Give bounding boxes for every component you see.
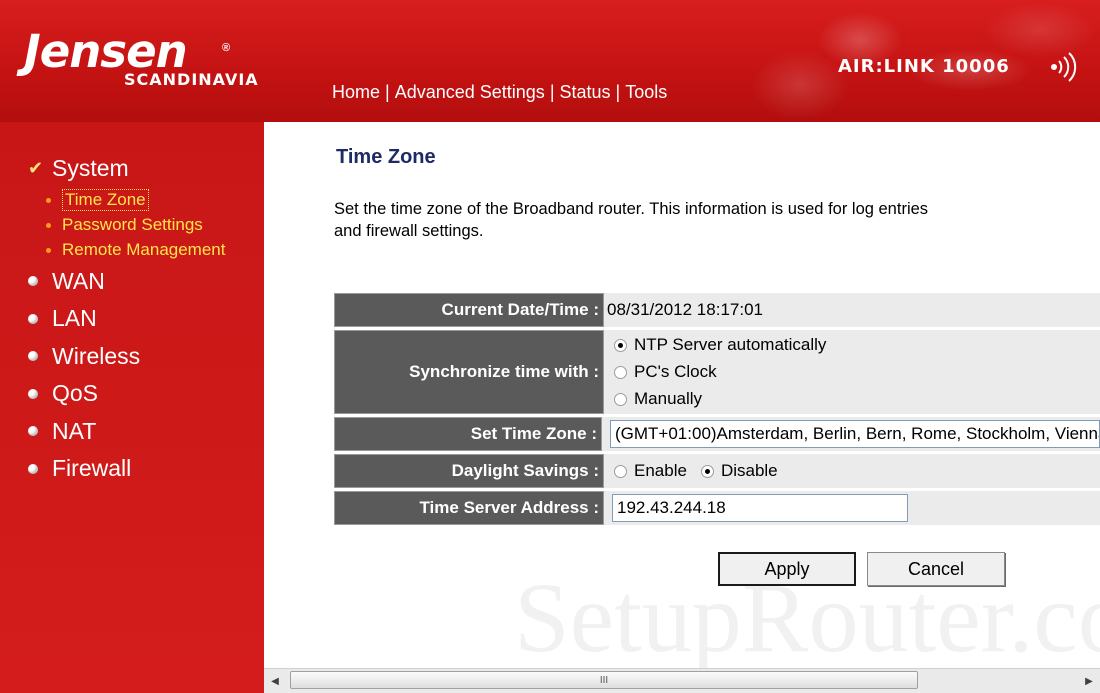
nav-advanced-settings[interactable]: Advanced Settings: [395, 82, 545, 102]
sidebar-menu: ✔ System Time Zone Password Settings Rem…: [0, 150, 264, 488]
synchronize-options: NTP Server automatically PC's Clock Manu…: [604, 330, 1100, 414]
sidebar-subitem-password-settings[interactable]: Password Settings: [46, 213, 264, 238]
top-navigation: Home | Advanced Settings | Status | Tools: [332, 82, 667, 103]
time-zone-select[interactable]: (GMT+01:00)Amsterdam, Berlin, Bern, Rome…: [610, 420, 1100, 448]
checkmark-icon: ✔: [28, 158, 44, 179]
scrollbar-thumb[interactable]: III: [290, 671, 918, 689]
dst-option-disable[interactable]: Disable: [700, 458, 778, 485]
radio-button[interactable]: [614, 392, 627, 406]
description-line: and firewall settings.: [334, 222, 484, 240]
horizontal-scrollbar[interactable]: ◀ III ▶: [264, 668, 1100, 693]
sidebar-item-wan[interactable]: WAN: [0, 263, 264, 301]
sidebar-item-label: QoS: [52, 380, 99, 407]
nav-status[interactable]: Status: [560, 82, 611, 102]
main-content: Time Zone Set the time zone of the Broad…: [264, 122, 1100, 668]
sidebar-subitem-remote-management[interactable]: Remote Management: [46, 238, 264, 263]
page-title: Time Zone: [336, 146, 436, 168]
dst-option-label: Enable: [634, 461, 687, 480]
nav-tools[interactable]: Tools: [625, 82, 667, 102]
sync-option-ntp[interactable]: NTP Server automatically: [614, 332, 826, 359]
sidebar-item-label: Wireless: [52, 342, 141, 369]
time-server-label: Time Server Address :: [334, 491, 604, 525]
row-current-datetime: Current Date/Time : 08/31/2012 18:17:01: [334, 293, 1100, 327]
sidebar-item-lan[interactable]: LAN: [0, 300, 264, 338]
system-submenu: Time Zone Password Settings Remote Manag…: [0, 188, 264, 263]
dst-option-label: Disable: [720, 461, 778, 480]
sync-option-label: Manually: [634, 389, 703, 408]
sidebar-item-label: WAN: [52, 267, 105, 294]
sidebar-subitem-time-zone[interactable]: Time Zone: [46, 188, 264, 213]
time-server-input[interactable]: [612, 494, 908, 522]
sidebar-item-label: NAT: [52, 417, 97, 444]
sidebar-item-label: System: [52, 155, 129, 182]
apply-button[interactable]: Apply: [718, 552, 856, 586]
scroll-right-arrow-icon[interactable]: ▶: [1078, 669, 1100, 693]
daylight-savings-options: Enable Disable: [604, 454, 1100, 488]
sidebar-item-wireless[interactable]: Wireless: [0, 338, 264, 376]
brand-logo: Jensen: [24, 25, 188, 78]
time-zone-cell: (GMT+01:00)Amsterdam, Berlin, Bern, Rome…: [602, 417, 1100, 451]
bullet-icon: [46, 222, 51, 228]
sidebar-item-qos[interactable]: QoS: [0, 375, 264, 413]
radio-button[interactable]: [614, 338, 627, 352]
bullet-icon: [28, 388, 38, 399]
sidebar-subitem-label: Password Settings: [62, 215, 203, 234]
time-settings-table: Current Date/Time : 08/31/2012 18:17:01 …: [334, 293, 1100, 528]
wireless-signal-icon: [1051, 52, 1077, 82]
sync-option-label: NTP Server automatically: [634, 335, 827, 354]
radio-button[interactable]: [614, 365, 627, 379]
nav-separator: |: [615, 82, 621, 102]
current-datetime-value: 08/31/2012 18:17:01: [604, 293, 1100, 327]
bullet-icon: [46, 247, 51, 253]
radio-button[interactable]: [614, 464, 627, 478]
bullet-icon: [46, 197, 51, 203]
header-banner: Jensen ® SCANDINAVIA AIR:LINK 10006 Home…: [0, 0, 1100, 122]
row-time-server: Time Server Address :: [334, 491, 1100, 525]
registered-mark: ®: [222, 42, 231, 54]
nav-home[interactable]: Home: [332, 82, 380, 102]
time-zone-label: Set Time Zone :: [334, 417, 602, 451]
cancel-button[interactable]: Cancel: [867, 552, 1005, 586]
current-datetime-label: Current Date/Time :: [334, 293, 604, 327]
radio-button[interactable]: [700, 464, 714, 478]
nav-separator: |: [385, 82, 390, 102]
sidebar-item-system[interactable]: ✔ System: [0, 150, 264, 188]
product-name: AIR:LINK 10006: [838, 56, 1010, 77]
sidebar-item-label: LAN: [52, 305, 97, 332]
nav-separator: |: [549, 82, 555, 102]
brand-subtitle: SCANDINAVIA: [124, 70, 259, 89]
sync-option-pc-clock[interactable]: PC's Clock: [614, 359, 717, 386]
bullet-icon: [28, 463, 38, 474]
time-server-cell: [604, 491, 1100, 525]
bullet-icon: [28, 276, 38, 287]
scroll-left-arrow-icon[interactable]: ◀: [264, 669, 286, 693]
sync-option-manually[interactable]: Manually: [614, 386, 702, 413]
bullet-icon: [28, 426, 38, 437]
row-time-zone: Set Time Zone : (GMT+01:00)Amsterdam, Be…: [334, 417, 1100, 451]
page-description: Set the time zone of the Broadband route…: [334, 198, 1014, 242]
sidebar-subitem-label: Time Zone: [62, 189, 149, 211]
sidebar-item-firewall[interactable]: Firewall: [0, 450, 264, 488]
sidebar-subitem-label: Remote Management: [62, 240, 226, 259]
row-daylight-savings: Daylight Savings : Enable Disable: [334, 454, 1100, 488]
bullet-icon: [28, 313, 38, 324]
synchronize-label: Synchronize time with :: [334, 330, 604, 414]
sync-option-label: PC's Clock: [634, 362, 717, 381]
row-synchronize: Synchronize time with : NTP Server autom…: [334, 330, 1100, 414]
sidebar-item-label: Firewall: [52, 455, 132, 482]
description-line: Set the time zone of the Broadband route…: [334, 200, 929, 218]
dst-option-enable[interactable]: Enable: [614, 458, 687, 485]
sidebar-item-nat[interactable]: NAT: [0, 413, 264, 451]
bullet-icon: [28, 351, 38, 362]
sidebar: ✔ System Time Zone Password Settings Rem…: [0, 122, 264, 693]
daylight-savings-label: Daylight Savings :: [334, 454, 604, 488]
